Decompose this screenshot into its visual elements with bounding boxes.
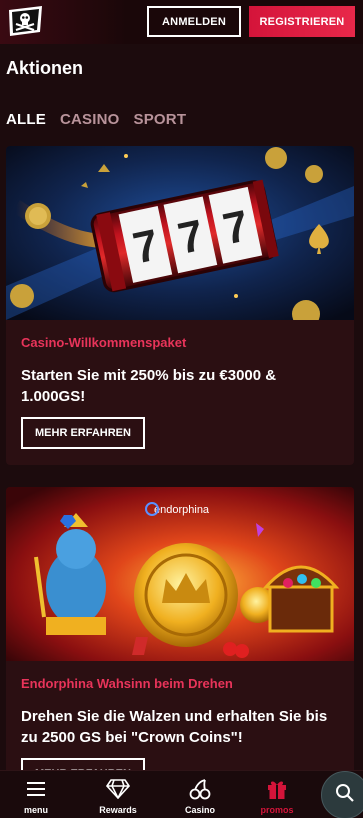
nav-label: Rewards <box>99 805 137 815</box>
promo-tag: Casino-Willkommenspaket <box>21 335 187 350</box>
promo-card: 7 7 7 Casino-Willkommenspaket Starten Si… <box>6 146 354 465</box>
pirate-flag-logo[interactable] <box>6 4 46 38</box>
nav-casino[interactable]: Casino <box>165 771 235 818</box>
nav-menu[interactable]: menu <box>1 771 71 818</box>
gift-icon <box>266 777 288 801</box>
nav-rewards[interactable]: Rewards <box>83 771 153 818</box>
login-button[interactable]: ANMELDEN <box>147 6 241 37</box>
diamond-icon <box>106 777 130 801</box>
nav-promos[interactable]: promos <box>242 771 312 818</box>
tab-all[interactable]: ALLE <box>6 111 46 128</box>
register-button[interactable]: REGISTRIEREN <box>249 6 355 37</box>
nav-label: Casino <box>184 805 215 815</box>
nav-label: promos <box>260 805 294 815</box>
promo-card: endorphina Endorphina Wahsinn beim Drehe… <box>6 487 354 787</box>
bottom-navigation: menu Rewards Casino promos <box>0 770 363 818</box>
search-button[interactable] <box>321 771 363 818</box>
promo-headline: Starten Sie mit 250% bis zu €3000 & 1.00… <box>21 367 277 405</box>
promo-headline: Drehen Sie die Walzen und erhalten Sie b… <box>21 708 328 746</box>
category-tabs: ALLE CASINO SPORT <box>6 111 186 128</box>
tab-casino[interactable]: CASINO <box>60 111 120 128</box>
promo-tag: Endorphina Wahsinn beim Drehen <box>21 676 233 691</box>
hamburger-icon <box>27 777 45 801</box>
search-icon <box>335 783 355 808</box>
top-header: ANMELDEN REGISTRIEREN <box>0 0 363 44</box>
cherry-icon <box>189 777 211 801</box>
more-info-button[interactable]: MEHR ERFAHREN <box>21 417 145 449</box>
page-title: Aktionen <box>6 58 84 78</box>
slot-machine-banner-image[interactable]: 7 7 7 <box>6 146 354 328</box>
svg-text:endorphina: endorphina <box>154 504 210 516</box>
nav-label: menu <box>23 805 48 815</box>
endorphina-banner-image[interactable]: endorphina <box>6 487 354 661</box>
tab-sport[interactable]: SPORT <box>134 111 187 128</box>
